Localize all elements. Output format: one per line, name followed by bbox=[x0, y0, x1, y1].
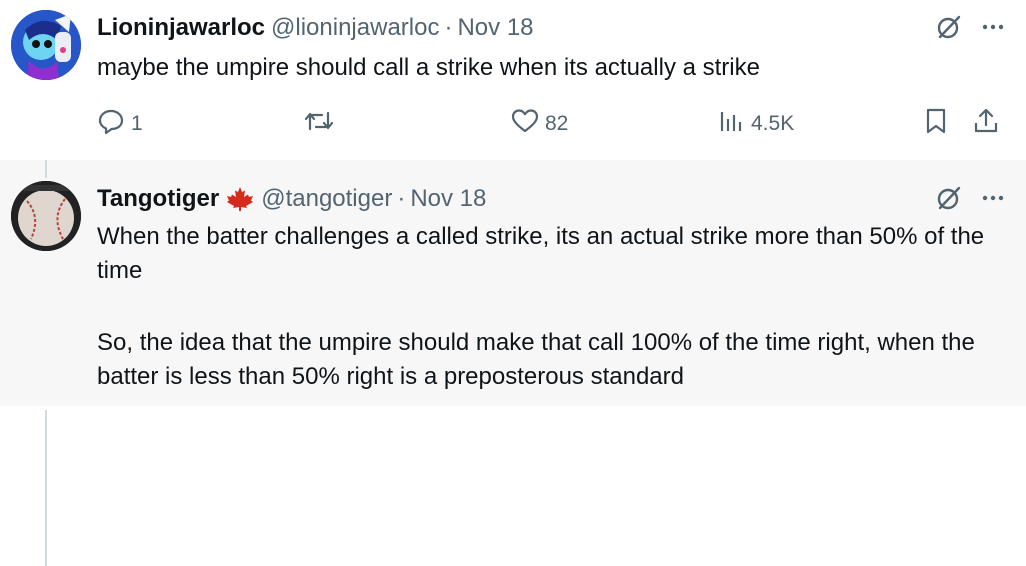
display-name[interactable]: Lioninjawarloc bbox=[97, 13, 265, 43]
more-icon[interactable] bbox=[980, 185, 1006, 216]
action-bar: 1 82 4.5K bbox=[97, 107, 1007, 139]
tweet-header: Lioninjawarloc @lioninjawarloc · Nov 18 bbox=[97, 13, 534, 43]
bookmark-icon bbox=[922, 107, 950, 141]
reply-icon bbox=[97, 107, 125, 141]
separator-dot: · bbox=[444, 14, 453, 41]
tweet-paragraph: So, the idea that the umpire should make… bbox=[97, 329, 975, 390]
views-button[interactable]: 4.5K bbox=[717, 107, 794, 141]
separator-dot: · bbox=[397, 185, 406, 212]
tweet-text: maybe the umpire should call a strike wh… bbox=[97, 54, 760, 81]
tweet-paragraph: When the batter challenges a called stri… bbox=[97, 223, 985, 284]
user-handle[interactable]: @tangotiger bbox=[261, 184, 392, 214]
tweet-1[interactable]: Lioninjawarloc @lioninjawarloc · Nov 18 … bbox=[0, 0, 1026, 160]
share-icon bbox=[972, 107, 1000, 141]
share-button[interactable] bbox=[972, 107, 1000, 141]
bookmark-button[interactable] bbox=[922, 107, 950, 141]
retweet-icon bbox=[304, 107, 334, 141]
reply-count: 1 bbox=[131, 112, 143, 135]
tweet-top-actions bbox=[936, 14, 1006, 45]
thread-connector bbox=[45, 160, 47, 178]
tweet-top-actions bbox=[936, 185, 1006, 216]
tweet-header: Tangotiger @tangotiger · Nov 18 bbox=[97, 184, 486, 214]
thread-line-lower bbox=[45, 410, 47, 566]
views-icon bbox=[717, 107, 745, 141]
like-icon bbox=[511, 107, 539, 141]
like-count: 82 bbox=[545, 112, 569, 135]
view-count: 4.5K bbox=[751, 112, 795, 135]
avatar[interactable] bbox=[11, 10, 81, 80]
display-name[interactable]: Tangotiger bbox=[97, 184, 219, 214]
timestamp[interactable]: Nov 18 bbox=[457, 13, 533, 43]
user-handle[interactable]: @lioninjawarloc bbox=[271, 13, 439, 43]
grok-icon[interactable] bbox=[936, 14, 962, 45]
canada-flag-icon bbox=[225, 186, 255, 212]
like-button[interactable]: 82 bbox=[511, 107, 568, 141]
grok-icon[interactable] bbox=[936, 185, 962, 216]
reply-button[interactable]: 1 bbox=[97, 107, 143, 141]
avatar[interactable] bbox=[11, 181, 81, 251]
retweet-button[interactable] bbox=[304, 107, 334, 141]
timestamp[interactable]: Nov 18 bbox=[410, 184, 486, 214]
more-icon[interactable] bbox=[980, 14, 1006, 45]
tweet-2[interactable]: Tangotiger @tangotiger · Nov 18 When the… bbox=[0, 160, 1026, 566]
